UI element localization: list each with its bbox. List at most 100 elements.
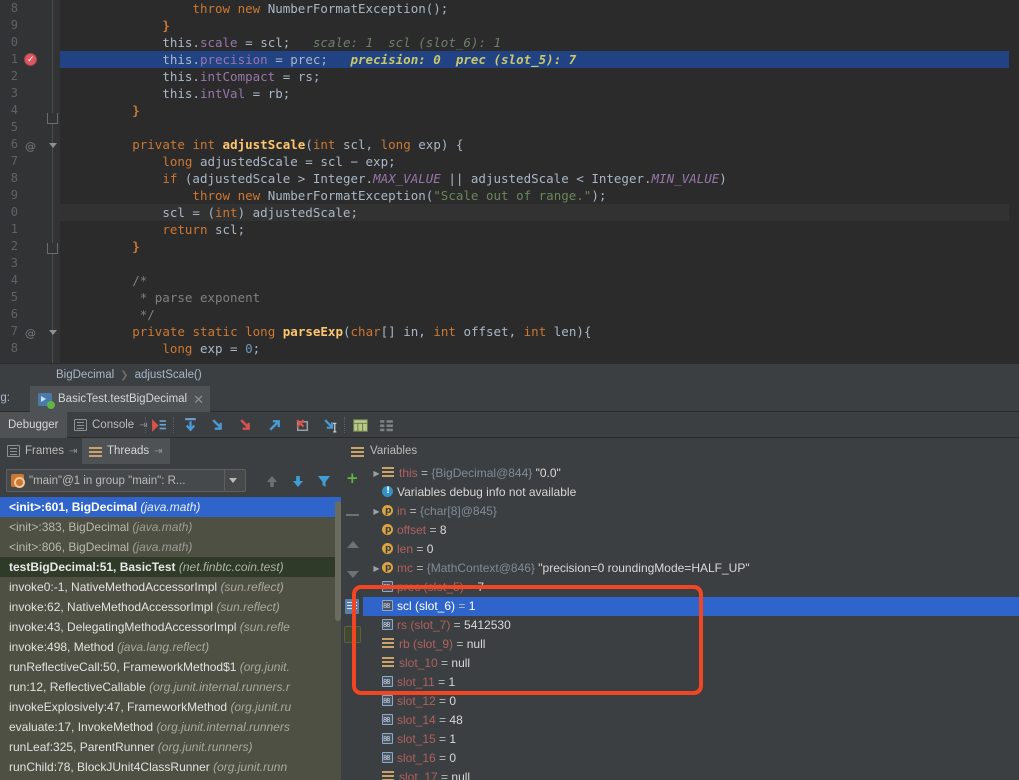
breakpoint-icon[interactable] [24,52,37,69]
breadcrumb[interactable]: BigDecimal ❯ adjustScale() [0,363,1019,386]
breadcrumb-class[interactable]: BigDecimal [56,369,114,381]
code-line[interactable] [60,119,1019,136]
gutter-line[interactable]: 0 [0,204,60,221]
current-execution-line[interactable]: this.precision = prec; precision: 0 prec… [60,51,1019,68]
pin-icon[interactable]: ⇥ [69,446,77,457]
variable-row[interactable]: ▶ len = 0 [363,540,1019,559]
move-down-icon[interactable] [344,566,361,583]
evaluate-expression-icon[interactable] [352,417,369,434]
code-line[interactable]: private int adjustScale(int scl, long ex… [60,136,1019,153]
frame-list-item[interactable]: <init>:601, BigDecimal (java.math) [0,497,341,517]
code-line[interactable]: */ [60,306,1019,323]
gutter-line[interactable]: 6 [0,306,60,323]
variable-row[interactable]: ▶ slot_10 = null [363,654,1019,673]
code-line[interactable]: /* [60,272,1019,289]
code-line[interactable]: this.intCompact = rs; [60,68,1019,85]
code-line[interactable] [60,255,1019,272]
gutter-line[interactable]: 3 [0,85,60,102]
gutter-line[interactable]: 8 [0,170,60,187]
show-execution-point-icon[interactable] [150,417,167,434]
debugger-toolbar[interactable]: Debugger Console ⇥ [0,412,1019,438]
fold-end-icon[interactable] [47,113,58,124]
close-icon[interactable]: ✕ [193,393,204,406]
remove-icon[interactable] [344,506,361,523]
evaluate-icon[interactable] [344,626,361,643]
move-up-icon[interactable] [344,536,361,553]
frame-list-item[interactable]: runLeaf:325, ParentRunner (org.junit.run… [0,737,341,757]
pin-icon[interactable]: ⇥ [154,446,162,457]
frame-list-item[interactable]: <init>:383, BigDecimal (java.math) [0,517,341,537]
layout-settings-icon[interactable] [378,417,395,434]
fold-collapse-icon[interactable] [47,327,58,338]
code-line[interactable]: throw new NumberFormatException(); [60,0,1019,17]
debug-session-tab[interactable]: BasicTest.testBigDecimal ✕ [30,386,211,412]
step-over-icon[interactable] [182,417,199,434]
code-line[interactable]: } [60,238,1019,255]
thread-selector[interactable]: "main"@1 in group "main": R... [6,469,246,492]
frame-list-item[interactable]: evaluate:17, InvokeMethod (org.junit.int… [0,717,341,737]
gutter-line[interactable]: 0 [0,34,60,51]
variables-tree[interactable]: ▶ this = {BigDecimal@844} "0.0" ▶ Variables… [363,464,1019,780]
fold-end-icon[interactable] [47,243,58,254]
frames-threads-tabbar[interactable]: Frames ⇥ Threads ⇥ [0,438,341,464]
variables-panel[interactable]: ▶ this = {BigDecimal@844} "0.0" ▶ Variables… [341,464,1019,780]
code-line[interactable]: this.scale = scl; scale: 1 scl (slot_6):… [60,34,1019,51]
gutter-line[interactable]: 5 [0,289,60,306]
frame-list-item[interactable]: invoke:498, Method (java.lang.reflect) [0,637,341,657]
variable-row[interactable]: ▶ rs (slot_7) = 5412530 [363,616,1019,635]
step-out-icon[interactable] [266,417,283,434]
add-watch-icon[interactable] [344,469,361,489]
up-arrow-icon[interactable] [264,473,280,489]
copy-value-icon[interactable] [345,599,359,614]
frame-list-item[interactable]: <init>:806, BigDecimal (java.math) [0,537,341,557]
variable-row[interactable]: ▶ in = {char[8]@845} [363,502,1019,521]
override-marker-icon[interactable]: @ [25,140,36,153]
frames-list[interactable]: <init>:601, BigDecimal (java.math) <init>… [0,497,341,780]
gutter-line[interactable]: 4 [0,272,60,289]
frame-list-item[interactable]: invoke:62, NativeMethodAccessorImpl (sun… [0,597,341,617]
gutter-line[interactable]: 1 [0,221,60,238]
pin-icon[interactable]: ⇥ [139,420,147,431]
gutter-line[interactable]: 1 [0,51,60,69]
code-line[interactable]: } [60,102,1019,119]
fold-collapse-icon[interactable] [47,140,58,151]
code-line[interactable]: return scl; [60,221,1019,238]
variable-row[interactable]: ▶ this = {BigDecimal@844} "0.0" [363,464,1019,483]
code-line[interactable]: private static long parseExp(char[] in, … [60,323,1019,340]
filter-icon[interactable] [316,473,332,489]
frame-list-item[interactable]: invoke:43, DelegatingMethodAccessorImpl … [0,617,341,637]
code-line[interactable]: } [60,17,1019,34]
editor-scrollbar[interactable] [1009,0,1019,363]
gutter-line[interactable]: 9 [0,17,60,34]
down-arrow-icon[interactable] [290,473,306,489]
variable-row[interactable]: ▶ slot_12 = 0 [363,692,1019,711]
variable-row[interactable]: ▶ slot_14 = 48 [363,711,1019,730]
variable-row[interactable]: ▶ Variables debug info not available [363,482,1019,502]
variable-row[interactable]: ▶ slot_11 = 1 [363,673,1019,692]
code-line[interactable]: long adjustedScale = scl − exp; [60,153,1019,170]
variable-row[interactable]: ▶ mc = {MathContext@846} "precision=0 rou… [363,559,1019,578]
code-line[interactable]: * parse exponent [60,289,1019,306]
variables-gutter-toolbar[interactable] [341,464,363,780]
override-marker-icon[interactable]: @ [25,327,36,340]
tab-console[interactable]: Console ⇥ [66,412,156,438]
drop-frame-icon[interactable] [294,417,311,434]
code-editor[interactable]: 8 9 0 1 2 3 4 5 6 7 8 9 0 1 2 3 4 5 6 7 8 @ @ throw new Number… [0,0,1019,363]
expand-triangle-icon[interactable]: ▶ [371,502,382,521]
variable-row[interactable]: ▶ rb (slot_9) = null [363,635,1019,654]
gutter-line[interactable]: 2 [0,68,60,85]
variable-row[interactable]: ▶ prec (slot_5) = 7 [363,578,1019,597]
gutter-line[interactable]: 8 [0,340,60,357]
run-to-cursor-icon[interactable] [322,417,339,434]
frame-list-item[interactable]: invoke0:-1, NativeMethodAccessorImpl (su… [0,577,341,597]
thread-selector-row[interactable]: "main"@1 in group "main": R... [0,464,341,497]
gutter-line[interactable]: 8 [0,0,60,17]
frame-list-item[interactable]: runChild:78, BlockJUnit4ClassRunner (org… [0,757,341,777]
gutter-line[interactable]: 7 [0,153,60,170]
expand-triangle-icon[interactable]: ▶ [371,464,382,483]
step-into-icon[interactable] [210,417,227,434]
gutter-line[interactable]: 3 [0,255,60,272]
code-line[interactable]: scl = (int) adjustedScale; [60,204,1019,221]
tab-frames[interactable]: Frames ⇥ [0,438,84,464]
tab-debugger[interactable]: Debugger [0,412,67,438]
